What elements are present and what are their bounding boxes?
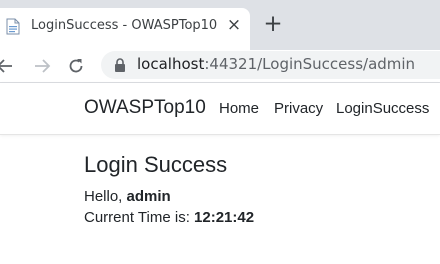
reload-icon[interactable] <box>67 57 85 75</box>
tab-title: LoginSuccess - OWASPTop10 <box>31 18 218 33</box>
site-navbar: OWASPTop10 Home Privacy LoginSuccess <box>0 83 440 135</box>
greeting-line: Hello, admin <box>84 188 171 205</box>
time-line: Current Time is: 12:21:42 <box>84 209 254 226</box>
greeting-prefix: Hello, <box>84 188 127 205</box>
nav-loginsuccess-link[interactable]: LoginSuccess <box>336 100 429 117</box>
browser-tab[interactable]: LoginSuccess - OWASPTop10 × <box>0 8 250 50</box>
forward-arrow-icon[interactable] <box>33 57 51 75</box>
back-arrow-icon[interactable] <box>0 57 14 75</box>
brand-link[interactable]: OWASPTop10 <box>84 97 206 119</box>
url-host: localhost <box>137 55 205 73</box>
url-path: :44321/LoginSuccess/admin <box>204 55 416 73</box>
lock-icon[interactable] <box>114 58 126 72</box>
page-icon <box>6 18 20 35</box>
time-value: 12:21:42 <box>194 209 255 226</box>
browser-tab-strip: LoginSuccess - OWASPTop10 × + <box>0 0 440 50</box>
page-title: Login Success <box>84 152 228 177</box>
nav-home-link[interactable]: Home <box>219 100 259 117</box>
close-tab-icon[interactable]: × <box>225 16 243 34</box>
address-bar[interactable]: localhost:44321/LoginSuccess/admin <box>101 51 440 79</box>
time-prefix: Current Time is: <box>84 209 195 226</box>
new-tab-icon[interactable]: + <box>262 13 284 36</box>
username: admin <box>126 188 171 205</box>
url-text[interactable]: localhost:44321/LoginSuccess/admin <box>137 55 415 73</box>
nav-privacy-link[interactable]: Privacy <box>274 100 323 117</box>
browser-toolbar: localhost:44321/LoginSuccess/admin <box>0 50 440 83</box>
